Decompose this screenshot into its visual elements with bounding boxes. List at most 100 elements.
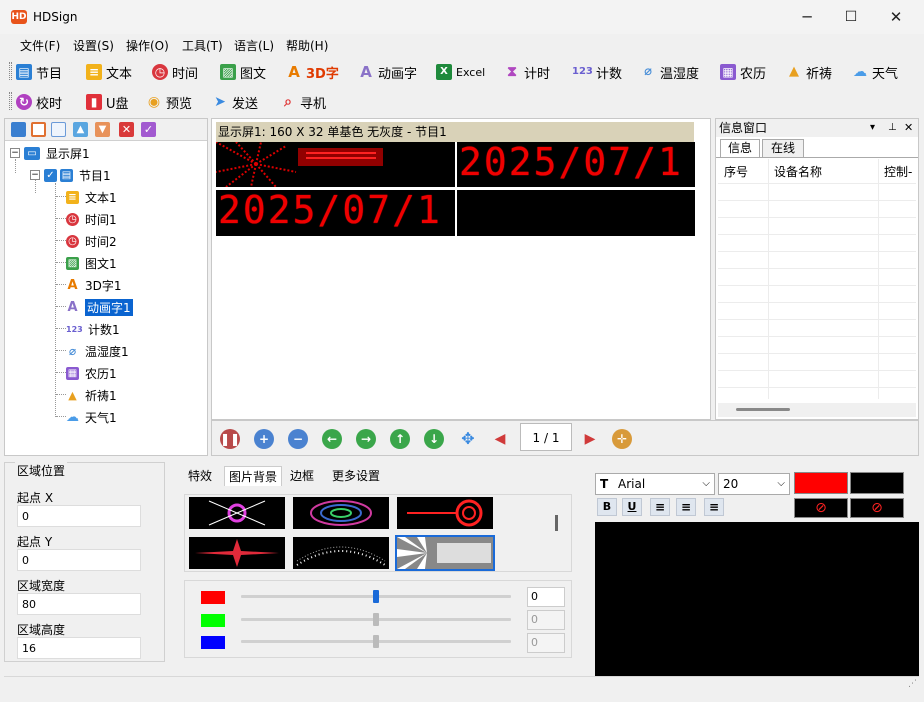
align-center-icon[interactable]: ≡	[676, 498, 696, 516]
effect-thumb-burst[interactable]	[189, 497, 285, 529]
green-slider-thumb[interactable]	[373, 613, 379, 626]
column-header-index[interactable]: 序号	[724, 163, 748, 180]
move-up-button[interactable]: ↑	[390, 429, 410, 449]
menu-file[interactable]: 文件(F)	[20, 37, 60, 54]
toolbar-grip[interactable]	[9, 62, 12, 80]
effect-thumb-swirl[interactable]	[293, 497, 389, 529]
save-icon[interactable]	[11, 122, 26, 137]
effect-thumb-red-star[interactable]	[189, 537, 285, 569]
text-color-button[interactable]	[794, 472, 848, 494]
font-family-select[interactable]: T Arial ⌵	[595, 473, 715, 495]
font-size-select[interactable]: 20 ⌵	[718, 473, 790, 495]
previous-page-button[interactable]: ◀	[490, 429, 510, 449]
collapse-icon[interactable]: −	[10, 148, 20, 158]
tree-item[interactable]: ⌀ 温湿度1	[66, 342, 129, 360]
checkbox-checked-icon[interactable]: ✓	[44, 168, 57, 182]
no-background-color-icon[interactable]: ⊘	[850, 498, 904, 518]
collapse-icon[interactable]: −	[30, 170, 40, 180]
tree-item[interactable]: ☁ 天气1	[66, 408, 117, 426]
program-button[interactable]: ▤ 节目	[16, 61, 62, 83]
tab-online[interactable]: 在线	[762, 139, 804, 157]
image-text-button[interactable]: ▨ 图文	[220, 61, 266, 83]
horizontal-scrollbar[interactable]	[718, 403, 916, 417]
tree-item[interactable]: ≡ 文本1	[66, 188, 117, 206]
led-area-empty[interactable]	[457, 190, 695, 236]
tree-item[interactable]: ▨ 图文1	[66, 254, 117, 272]
paste-icon[interactable]	[51, 122, 66, 137]
tab-border[interactable]: 边框	[286, 466, 318, 486]
pause-button[interactable]: ❚❚	[220, 429, 240, 449]
menu-operation[interactable]: 操作(O)	[126, 37, 169, 54]
animated-text-button[interactable]: A 动画字	[358, 61, 417, 83]
tab-image-background[interactable]: 图片背景	[224, 466, 283, 486]
start-x-input[interactable]: 0	[17, 505, 141, 527]
usb-button[interactable]: ▮ U盘	[86, 91, 129, 113]
counter-button[interactable]: 123 计数	[572, 61, 622, 83]
tree-item[interactable]: ▲ 祈祷1	[66, 386, 116, 404]
move-down-icon[interactable]: ▼	[95, 122, 110, 137]
tab-more-settings[interactable]: 更多设置	[328, 466, 384, 486]
tree-item[interactable]: ◷ 时间1	[66, 210, 117, 228]
underline-button[interactable]: U	[622, 498, 642, 516]
led-area-date-1[interactable]: 2025/07/1	[457, 142, 695, 187]
timer-button[interactable]: ⧗ 计时	[504, 61, 550, 83]
background-color-button[interactable]	[850, 472, 904, 494]
gallery-scrollbar-thumb[interactable]	[555, 515, 558, 531]
menu-settings[interactable]: 设置(S)	[73, 37, 114, 54]
red-value-input[interactable]: 0	[527, 587, 565, 607]
close-button[interactable]: ✕	[873, 0, 919, 34]
resize-grip-icon[interactable]: ⋰	[908, 679, 917, 689]
led-area-date-2[interactable]: 2025/07/1	[216, 190, 455, 236]
menu-tools[interactable]: 工具(T)	[182, 37, 223, 54]
tree-item-selected[interactable]: A 动画字1	[66, 298, 133, 316]
toolbar-grip[interactable]	[9, 92, 12, 110]
column-header-device-name[interactable]: 设备名称	[774, 163, 822, 180]
effect-thumb-sunburst-selected[interactable]	[395, 535, 495, 571]
tree-node-program[interactable]: − ✓ ▤ 节目1	[30, 166, 111, 184]
region-width-input[interactable]: 80	[17, 593, 141, 615]
3d-text-button[interactable]: A 3D字	[286, 61, 339, 83]
pin-icon[interactable]: ⊥	[888, 119, 897, 137]
scrollbar-thumb[interactable]	[736, 408, 790, 411]
start-y-input[interactable]: 0	[17, 549, 141, 571]
align-right-icon[interactable]: ≡	[704, 498, 724, 516]
effect-thumb-sparkle-arc[interactable]	[293, 537, 389, 569]
weather-button[interactable]: ☁ 天气	[852, 61, 898, 83]
zoom-out-button[interactable]: −	[288, 429, 308, 449]
move-left-button[interactable]: ←	[322, 429, 342, 449]
led-area-animation[interactable]	[216, 142, 455, 187]
temperature-humidity-button[interactable]: ⌀ 温湿度	[640, 61, 699, 83]
text-button[interactable]: ≡ 文本	[86, 61, 132, 83]
preview-button[interactable]: ◉ 预览	[146, 91, 192, 113]
clock-button[interactable]: ◷ 时间	[152, 61, 198, 83]
menu-language[interactable]: 语言(L)	[234, 37, 274, 54]
prayer-button[interactable]: ▲ 祈祷	[786, 61, 832, 83]
move-down-button[interactable]: ↓	[424, 429, 444, 449]
tree-item[interactable]: 123 计数1	[66, 320, 120, 338]
check-icon[interactable]: ✓	[141, 122, 156, 137]
align-left-icon[interactable]: ≡	[650, 498, 670, 516]
move-all-icon[interactable]: ✥	[458, 429, 478, 449]
minimize-button[interactable]: ─	[784, 0, 830, 34]
tab-info[interactable]: 信息	[720, 139, 760, 157]
dropdown-icon[interactable]: ▾	[870, 119, 875, 137]
tree-node-screen[interactable]: − ▭ 显示屏1	[10, 144, 90, 162]
close-icon[interactable]: ✕	[904, 119, 913, 137]
red-slider-thumb[interactable]	[373, 590, 379, 603]
tab-effects[interactable]: 特效	[184, 466, 216, 486]
green-value-input[interactable]: 0	[527, 610, 565, 630]
time-sync-button[interactable]: ↻ 校时	[16, 91, 62, 113]
move-up-icon[interactable]: ▲	[73, 122, 88, 137]
send-button[interactable]: ➤ 发送	[212, 91, 258, 113]
column-header-control[interactable]: 控制-	[884, 163, 912, 180]
bold-button[interactable]: B	[597, 498, 617, 516]
text-edit-area[interactable]	[595, 522, 919, 680]
effect-thumb-red-ring[interactable]	[397, 497, 493, 529]
tree-item[interactable]: ◷ 时间2	[66, 232, 117, 250]
zoom-in-button[interactable]: +	[254, 429, 274, 449]
next-page-button[interactable]: ▶	[580, 429, 600, 449]
maximize-button[interactable]: ☐	[828, 0, 874, 34]
lunar-calendar-button[interactable]: ▦ 农历	[720, 61, 766, 83]
tree-item[interactable]: A 3D字1	[66, 276, 121, 294]
settings-wheel-icon[interactable]: ✛	[612, 429, 632, 449]
